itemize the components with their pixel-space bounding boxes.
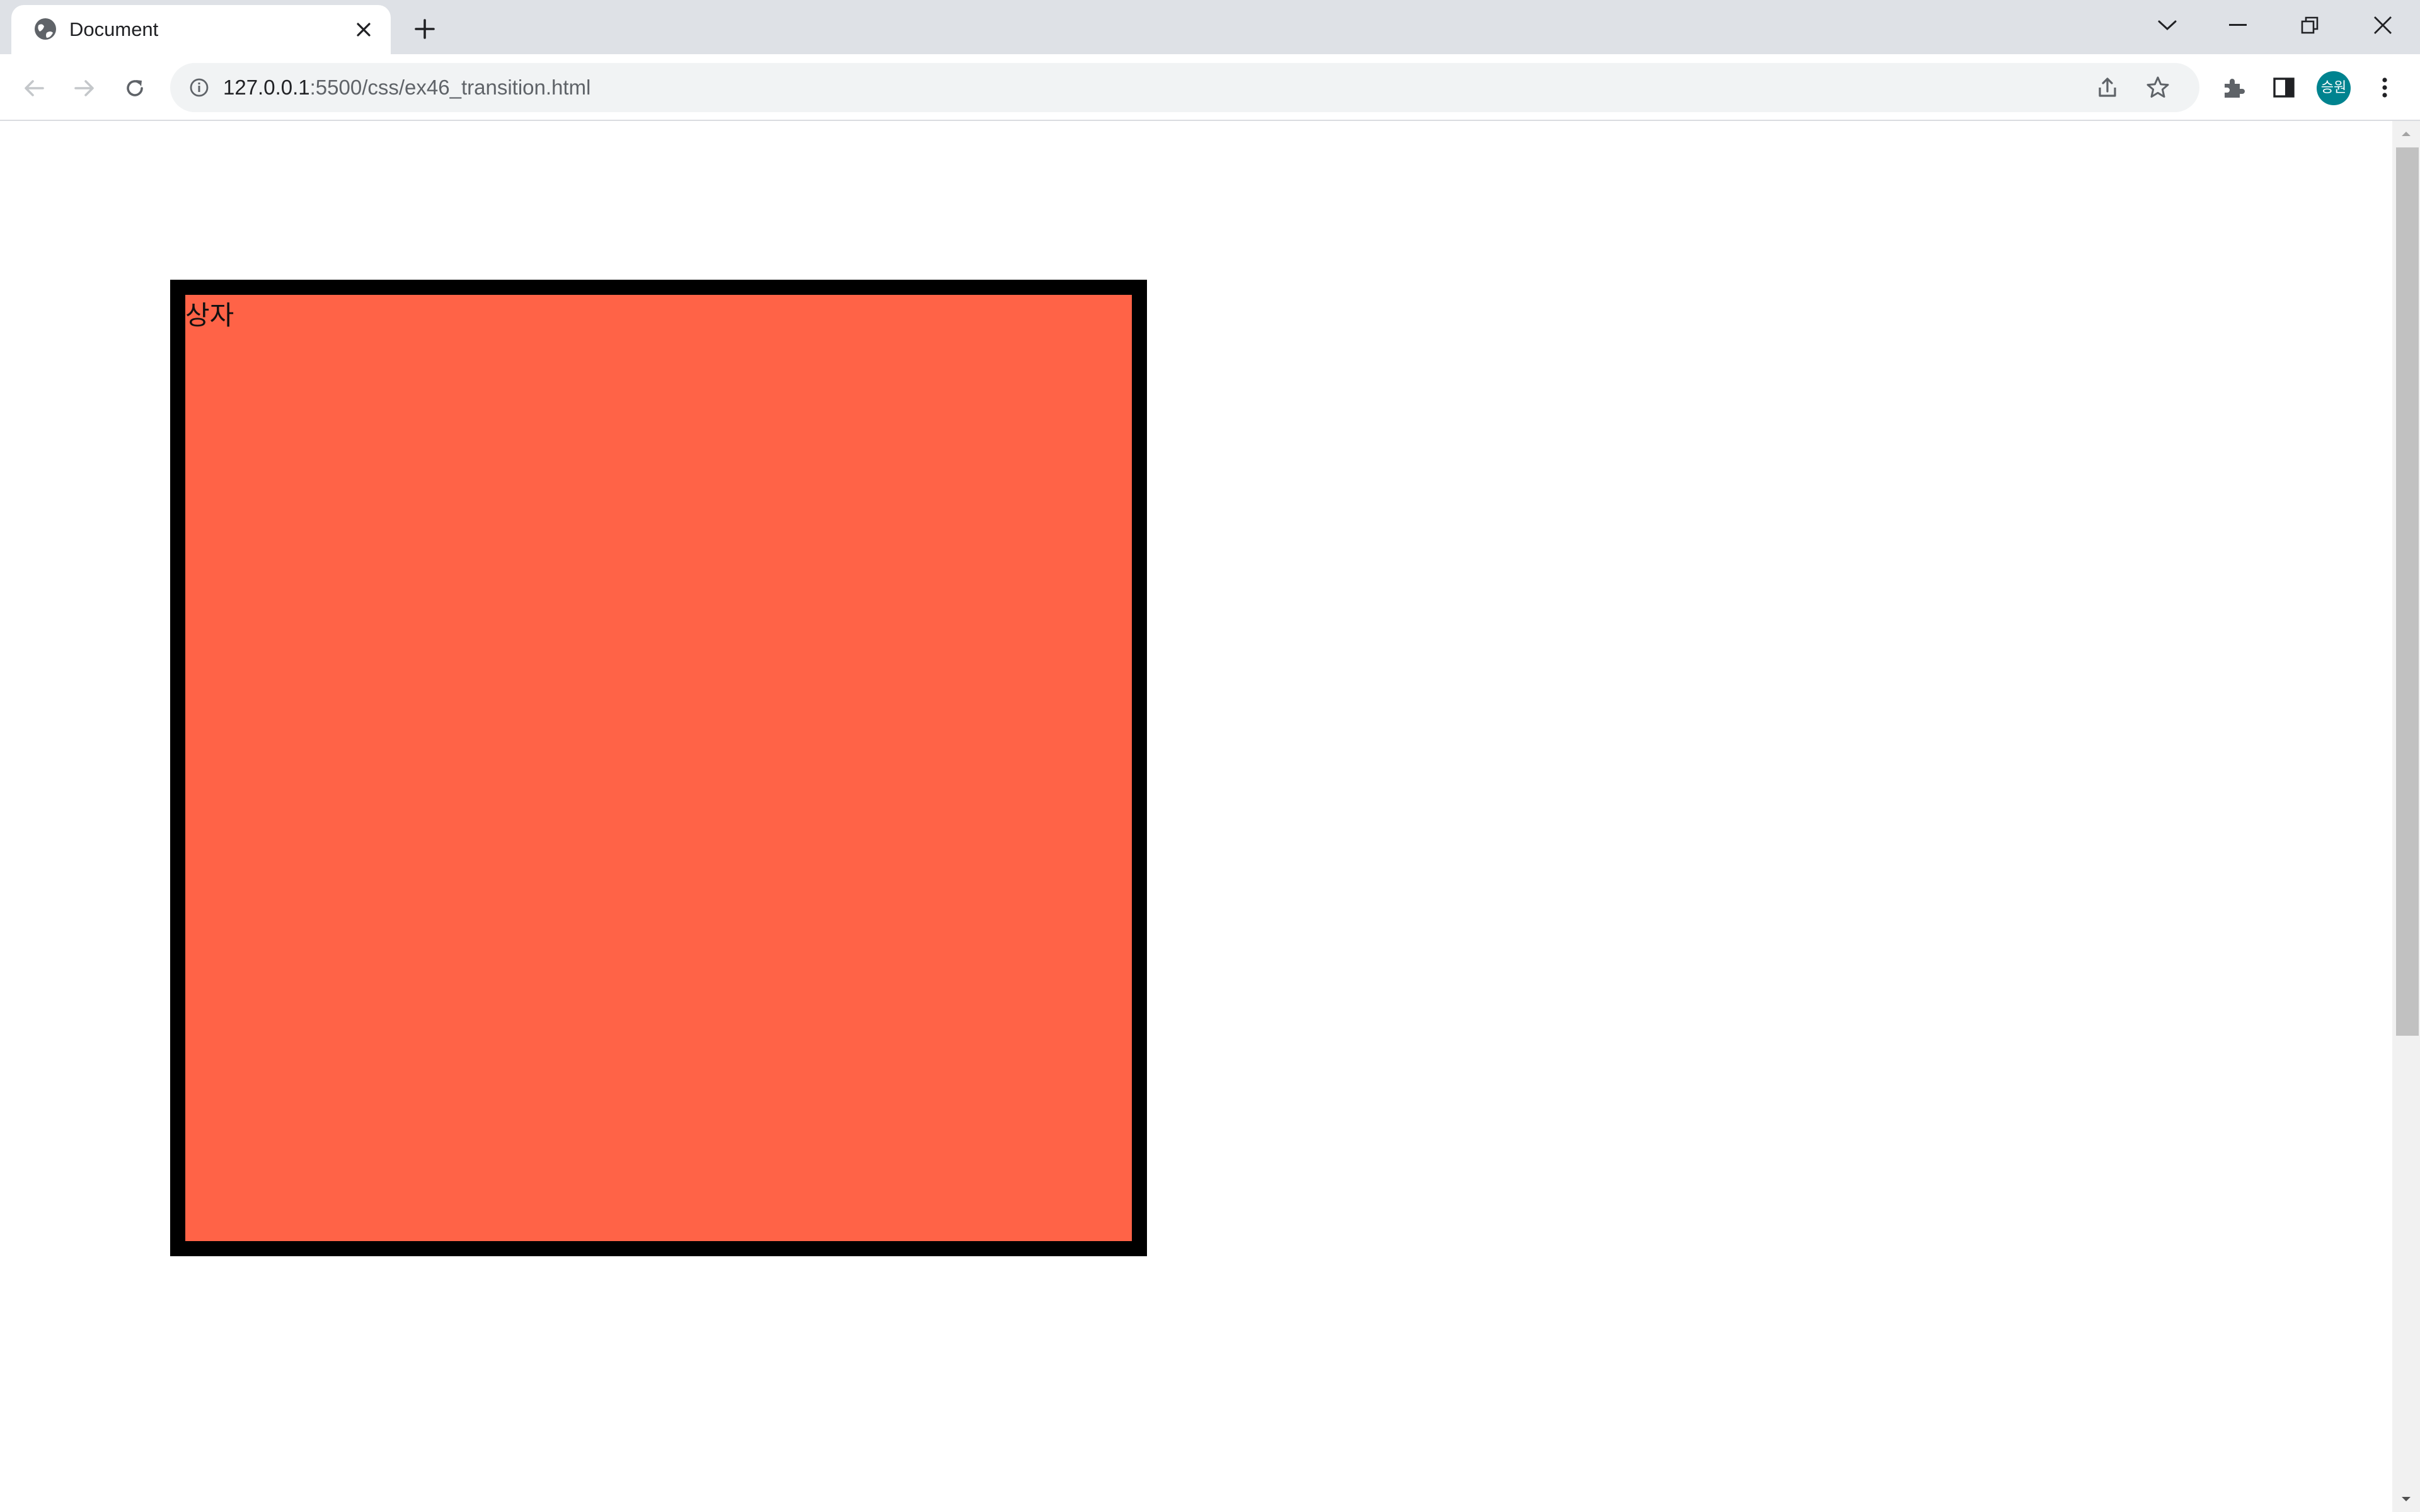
globe-icon [33,16,58,42]
plus-icon[interactable] [407,11,442,47]
address-bar[interactable]: 127.0.0.1:5500/css/ex46_transition.html [170,63,2199,112]
profile-avatar[interactable]: 승원 [2317,71,2351,105]
puzzle-icon[interactable] [2216,70,2251,105]
arrow-left-icon[interactable] [14,68,54,108]
scrollbar-thumb[interactable] [2396,147,2419,1036]
reload-icon[interactable] [115,68,155,108]
share-icon[interactable] [2090,70,2125,105]
more-vert-icon[interactable] [2367,70,2402,105]
box[interactable]: 상자 [170,280,1147,1256]
page-viewport: 상자 [0,121,2392,1512]
url-text[interactable]: 127.0.0.1:5500/css/ex46_transition.html [223,63,591,112]
star-icon[interactable] [2140,70,2175,105]
arrow-right-icon[interactable] [64,68,105,108]
close-icon[interactable] [352,18,376,42]
info-icon[interactable] [185,74,213,101]
scroll-down-icon[interactable] [2392,1487,2420,1512]
restore-icon[interactable] [2275,0,2344,50]
box-label: 상자 [185,300,234,331]
side-panel-icon[interactable] [2266,70,2302,105]
scroll-up-icon[interactable] [2392,121,2420,146]
chevron-down-icon[interactable] [2133,0,2202,50]
tab-strip: Document [0,0,2420,54]
close-window-icon[interactable] [2348,0,2417,50]
url-host: 127.0.0.1 [223,76,310,99]
url-path: :5500/css/ex46_transition.html [309,76,591,99]
minimize-icon[interactable] [2203,0,2273,50]
vertical-scrollbar[interactable] [2392,121,2420,1512]
browser-toolbar: 127.0.0.1:5500/css/ex46_transition.html … [0,54,2420,121]
browser-tab[interactable]: Document [11,5,391,54]
tab-title: Document [69,18,159,40]
